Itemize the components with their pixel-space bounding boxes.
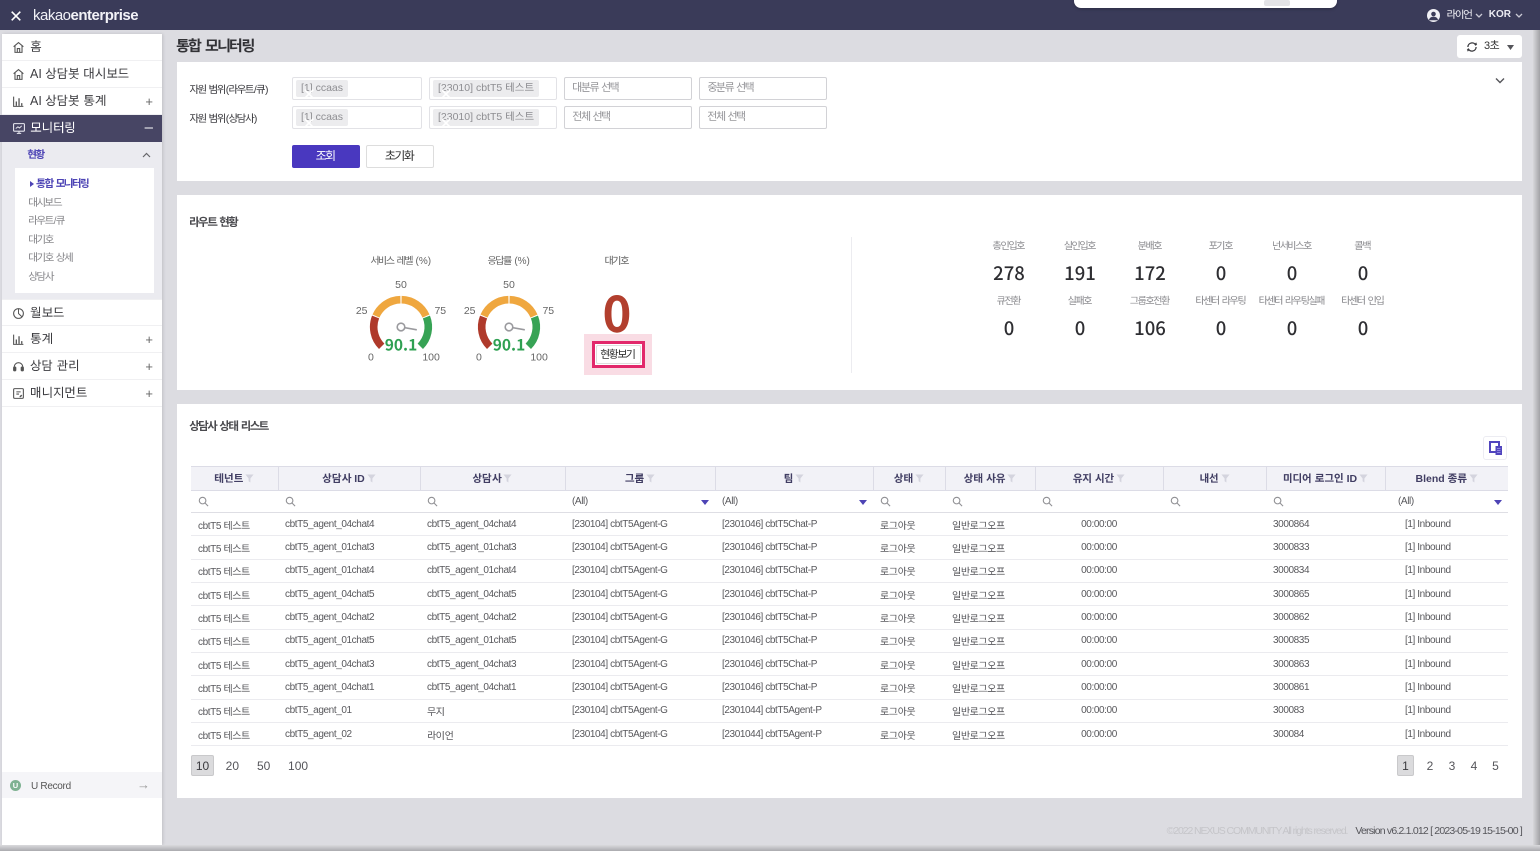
svg-text:90.1: 90.1	[493, 334, 525, 356]
svg-text:100: 100	[422, 352, 440, 364]
svg-text:25: 25	[356, 305, 368, 317]
svg-text:25: 25	[464, 305, 476, 317]
svg-text:0: 0	[476, 352, 482, 364]
svg-text:50: 50	[503, 279, 515, 291]
svg-text:100: 100	[530, 352, 548, 364]
svg-text:50: 50	[395, 279, 407, 291]
svg-text:0: 0	[368, 352, 374, 364]
svg-text:90.1: 90.1	[385, 334, 417, 356]
svg-text:75: 75	[542, 305, 554, 317]
